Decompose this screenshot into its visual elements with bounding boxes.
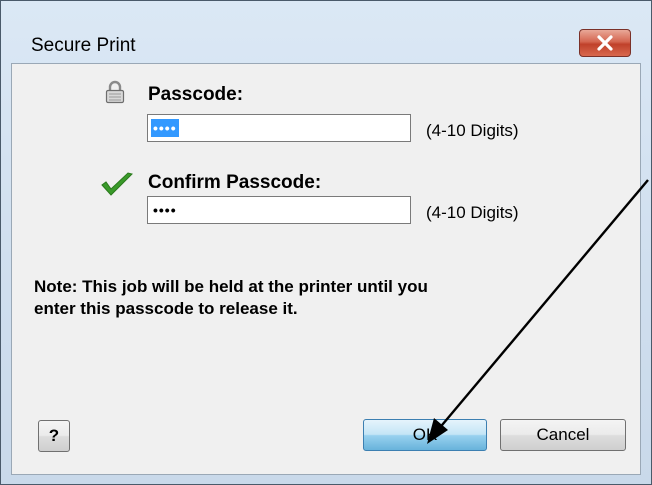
confirm-passcode-value: •••• — [153, 202, 177, 218]
close-icon — [597, 35, 613, 51]
passcode-hint: (4-10 Digits) — [426, 121, 519, 140]
passcode-field[interactable]: •••• — [147, 114, 411, 142]
confirm-passcode-hint: (4-10 Digits) — [426, 203, 519, 222]
help-button[interactable]: ? — [38, 420, 70, 452]
cancel-button[interactable]: Cancel — [500, 419, 626, 451]
ok-button[interactable]: OK — [363, 419, 487, 451]
window-title: Secure Print — [31, 35, 136, 56]
passcode-value: •••• — [151, 119, 179, 137]
secure-print-dialog: Secure Print — [0, 0, 652, 485]
passcode-label: Passcode: — [148, 84, 244, 105]
checkmark-icon — [101, 172, 133, 196]
note-text: Note: This job will be held at the print… — [34, 277, 428, 318]
confirm-passcode-label: Confirm Passcode: — [148, 172, 322, 193]
title-bar[interactable]: Secure Print — [1, 1, 651, 63]
confirm-passcode-field[interactable]: •••• — [147, 196, 411, 224]
lock-icon — [105, 80, 125, 104]
close-button[interactable] — [579, 29, 631, 57]
